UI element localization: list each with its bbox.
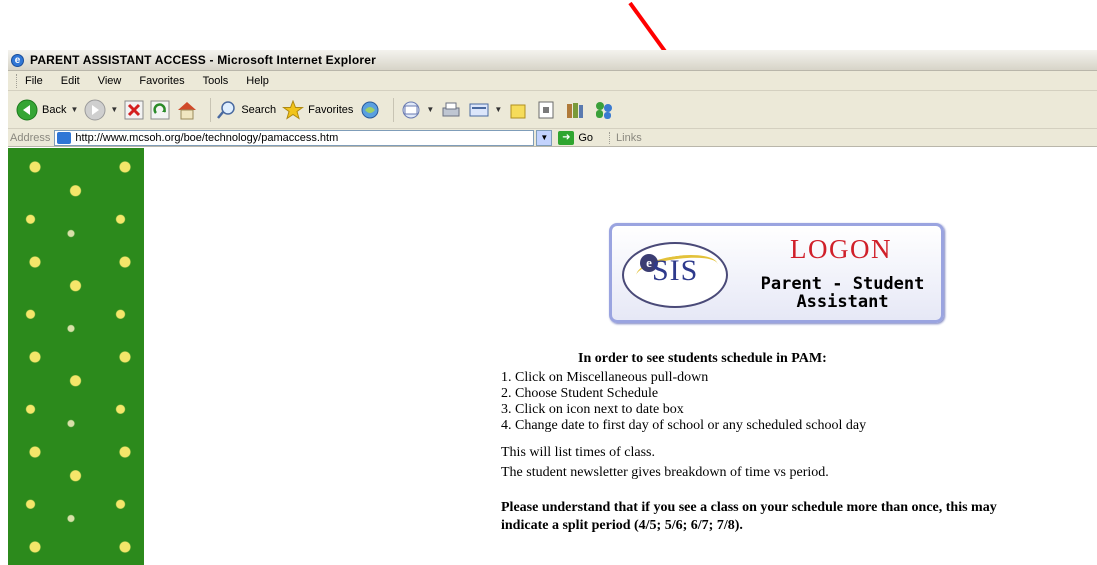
search-button[interactable]: Search (217, 100, 276, 120)
links-toolbar[interactable]: Links (609, 131, 642, 144)
page-icon (57, 131, 72, 144)
instruction-steps: 1. Click on Miscellaneous pull-down 2. C… (501, 370, 866, 434)
media-icon (359, 100, 381, 120)
stop-button[interactable] (124, 100, 144, 120)
esis-brand-text: SIS (652, 254, 699, 287)
discuss-button[interactable] (508, 100, 530, 120)
back-button[interactable]: Back ▼ (16, 99, 78, 121)
ie-logo-icon: e (11, 53, 24, 67)
go-label: Go (578, 131, 594, 144)
toolbar-separator (210, 97, 212, 122)
menu-grip (16, 73, 19, 88)
back-arrow-icon (16, 99, 38, 121)
mail-icon (400, 100, 422, 120)
search-label: Search (241, 103, 277, 116)
menu-edit[interactable]: Edit (61, 75, 80, 87)
go-arrow-icon: ➜ (558, 130, 575, 145)
chevron-down-icon[interactable]: ▼ (70, 105, 78, 114)
media-button[interactable] (359, 100, 381, 120)
research-button[interactable] (536, 100, 558, 120)
menu-tools[interactable]: Tools (203, 75, 229, 87)
decorative-sidebar (8, 148, 144, 565)
instruction-step: 4. Change date to first day of school or… (501, 418, 867, 433)
chevron-down-icon[interactable]: ▼ (110, 105, 118, 114)
refresh-icon (150, 100, 170, 120)
chevron-down-icon[interactable]: ▼ (494, 105, 502, 114)
print-icon (440, 100, 462, 120)
instruction-step: 3. Click on icon next to date box (501, 402, 684, 417)
home-button[interactable] (176, 100, 198, 120)
instruction-step: 2. Choose Student Schedule (501, 386, 659, 401)
address-bar: Address http://www.mcsoh.org/boe/technol… (8, 129, 1097, 147)
mail-button[interactable]: ▼ (400, 100, 434, 120)
back-label: Back (42, 103, 67, 116)
forward-arrow-icon (84, 99, 106, 121)
books-icon (564, 100, 586, 120)
title-bar: e PARENT ASSISTANT ACCESS - Microsoft In… (8, 50, 1097, 71)
forward-button[interactable]: ▼ (84, 99, 118, 121)
favorites-label: Favorites (308, 103, 354, 116)
logon-subtitle-line2: Assistant (796, 292, 889, 312)
split-period-warning: Please understand that if you see a clas… (501, 500, 997, 533)
logon-subtitle-line1: Parent - Student (760, 274, 925, 294)
page-content: e SIS LOGON Parent - Student Assistant I… (8, 148, 1097, 565)
menu-favorites[interactable]: Favorites (139, 75, 184, 87)
search-icon (217, 100, 237, 120)
menu-help[interactable]: Help (246, 75, 269, 87)
toolbar: Back ▼ ▼ Search Favorites ▼ ▼ (8, 91, 1097, 129)
folder-icon (508, 100, 530, 120)
instruction-step: 1. Click on Miscellaneous pull-down (501, 370, 709, 385)
logon-title: LOGON (790, 234, 892, 264)
research-icon (536, 100, 558, 120)
edit-page-icon (468, 100, 490, 120)
home-icon (176, 100, 198, 120)
favorites-button[interactable]: Favorites (282, 99, 354, 120)
browser-window: e PARENT ASSISTANT ACCESS - Microsoft In… (8, 50, 1097, 565)
favorites-star-icon (282, 99, 305, 120)
menu-bar: File Edit View Favorites Tools Help (8, 71, 1097, 91)
note-times: This will list times of class. (501, 445, 655, 460)
toolbar-separator (393, 97, 395, 122)
address-url: http://www.mcsoh.org/boe/technology/pama… (75, 131, 339, 144)
go-button[interactable]: ➜ Go (558, 130, 594, 145)
messenger-button[interactable] (564, 100, 586, 120)
print-button[interactable] (440, 100, 462, 120)
window-title: PARENT ASSISTANT ACCESS - Microsoft Inte… (30, 53, 376, 67)
people-button[interactable] (592, 100, 616, 120)
address-label: Address (10, 131, 51, 144)
logon-button[interactable]: e SIS LOGON Parent - Student Assistant (609, 223, 944, 323)
refresh-button[interactable] (150, 100, 170, 120)
chevron-down-icon[interactable]: ▼ (426, 105, 434, 114)
address-input[interactable]: http://www.mcsoh.org/boe/technology/pama… (54, 129, 535, 146)
note-newsletter: The student newsletter gives breakdown o… (501, 465, 829, 480)
instructions-heading: In order to see students schedule in PAM… (578, 351, 827, 366)
stop-icon (124, 100, 144, 120)
menu-file[interactable]: File (25, 75, 43, 87)
address-dropdown-icon[interactable]: ▼ (536, 129, 553, 146)
messenger-people-icon (592, 100, 616, 120)
edit-button[interactable]: ▼ (468, 100, 502, 120)
menu-view[interactable]: View (98, 75, 122, 87)
